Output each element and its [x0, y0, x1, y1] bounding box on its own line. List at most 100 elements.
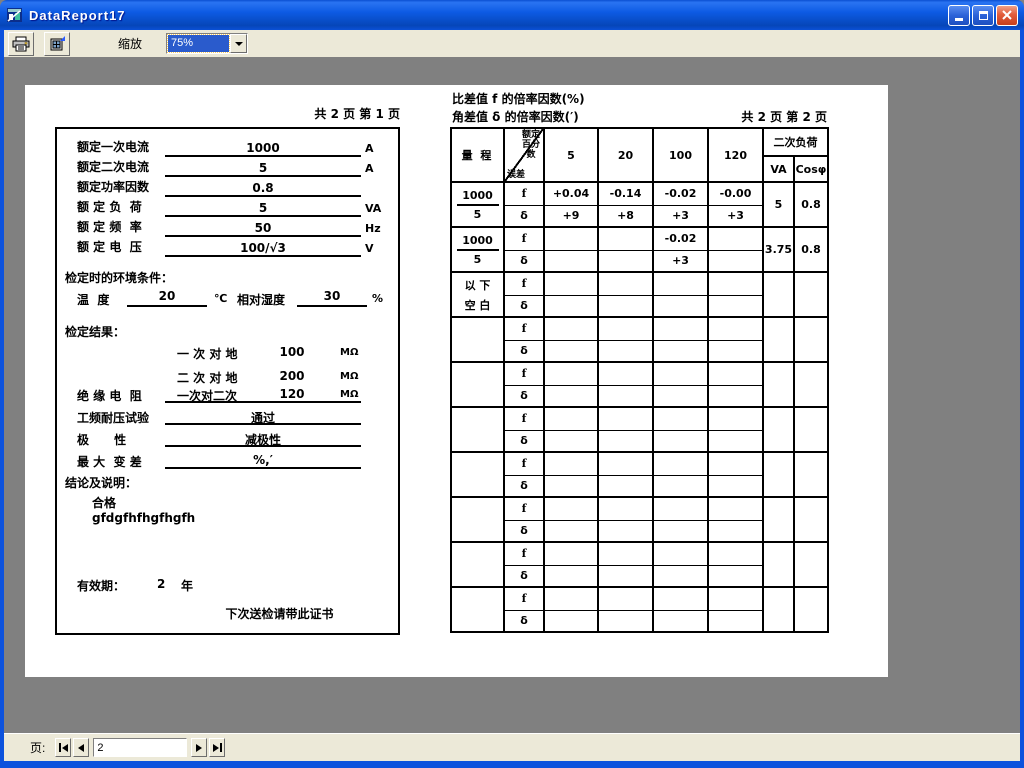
last-page-button[interactable]: [209, 738, 225, 757]
f-value-cell: [653, 542, 708, 565]
delta-value-cell: [598, 250, 653, 272]
temperature-underline: [127, 289, 207, 307]
f-value-cell: [653, 317, 708, 340]
range-cell: [451, 587, 504, 632]
footer-note: 下次送检请带此证书: [157, 605, 402, 622]
field-label: 额定功率因数: [77, 178, 149, 195]
field-value: 1000: [165, 141, 361, 155]
page-number-input[interactable]: [93, 738, 187, 757]
minimize-button[interactable]: [948, 5, 970, 26]
zoom-label: 缩放: [118, 35, 142, 52]
cos-cell: [794, 452, 828, 497]
humidity-underline: [297, 289, 367, 307]
f-value-cell: [544, 227, 598, 250]
delta-value-cell: [653, 295, 708, 317]
field-unit: Hz: [365, 222, 381, 235]
next-page-button[interactable]: [191, 738, 207, 757]
validity-value: 2: [157, 577, 165, 591]
field-unit: A: [365, 162, 374, 175]
field-label: 额定一次电流: [77, 138, 149, 155]
f-value-cell: [598, 407, 653, 430]
va-cell: [763, 272, 794, 317]
delta-value-cell: [653, 430, 708, 452]
app-icon: [6, 7, 23, 23]
validity-unit: 年: [181, 577, 193, 594]
window-title: DataReport17: [29, 8, 126, 23]
va-cell: [763, 542, 794, 587]
delta-value-cell: [598, 520, 653, 542]
f-value-cell: [544, 452, 598, 475]
range-cell: 以 下空 白: [451, 272, 504, 317]
zoom-combobox[interactable]: 75%: [166, 33, 248, 54]
f-value-cell: [598, 227, 653, 250]
f-row-label: f: [504, 587, 544, 610]
insulation-row-label: 二 次 对 地: [177, 369, 238, 386]
table-row: f: [451, 587, 828, 610]
error-table-body: 10005f+0.04-0.14-0.02-0.0050.8δ+9+8+3+31…: [451, 182, 828, 632]
triangle-left-icon: [62, 744, 68, 752]
delta-row-label: δ: [504, 610, 544, 632]
delta-value-cell: [653, 610, 708, 632]
delta-value-cell: [708, 385, 763, 407]
app-window: DataReport17: [0, 0, 1024, 768]
maximize-button[interactable]: [972, 5, 994, 26]
diag-bottom-label: 误差: [507, 167, 525, 180]
polarity-underline: [165, 431, 361, 447]
first-page-button[interactable]: [55, 738, 71, 757]
insulation-row-unit: MΩ: [340, 347, 358, 358]
temperature-unit: ℃: [214, 292, 227, 305]
page1-indicator: 共 2 页 第 1 页: [55, 105, 400, 122]
f-value-cell: [708, 587, 763, 610]
close-button[interactable]: [996, 5, 1018, 26]
zoom-dropdown-button[interactable]: [230, 34, 247, 53]
f-value-cell: [544, 272, 598, 295]
window-border-bottom: [0, 761, 1024, 768]
f-value-cell: -0.00: [708, 182, 763, 205]
export-icon: [49, 35, 66, 52]
field-row: 额 定 频 率 50 Hz: [57, 217, 398, 237]
triangle-right-icon: [213, 744, 219, 752]
last-page-icon: [220, 743, 222, 752]
f-value-cell: [598, 272, 653, 295]
conclusion-title: 结论及说明：: [65, 474, 137, 491]
delta-value-cell: [708, 610, 763, 632]
delta-row-label: δ: [504, 295, 544, 317]
f-value-cell: [544, 407, 598, 430]
delta-value-cell: [544, 475, 598, 497]
export-button[interactable]: [44, 32, 70, 56]
load-header-cell: 二次负荷: [763, 128, 828, 156]
field-value: 0.8: [165, 181, 361, 195]
f-value-cell: [653, 452, 708, 475]
f-value-cell: [544, 317, 598, 340]
load-sub-header-cell: Cosφ: [794, 156, 828, 182]
f-value-cell: [708, 452, 763, 475]
percent-header-cell: 20: [598, 128, 653, 182]
delta-row-label: δ: [504, 250, 544, 272]
f-value-cell: [708, 362, 763, 385]
delta-row-label: δ: [504, 565, 544, 587]
table-row: 10005f+0.04-0.14-0.02-0.0050.8: [451, 182, 828, 205]
f-value-cell: [598, 587, 653, 610]
delta-value-cell: [653, 565, 708, 587]
delta-value-cell: [544, 295, 598, 317]
field-label: 额 定 电 压: [77, 238, 142, 255]
field-unit: V: [365, 242, 374, 255]
table-row: 10005f-0.023.750.8: [451, 227, 828, 250]
va-cell: [763, 587, 794, 632]
f-value-cell: [544, 497, 598, 520]
delta-row-label: δ: [504, 430, 544, 452]
field-value: 50: [165, 221, 361, 235]
polarity-label: 极 性: [77, 431, 126, 448]
previous-page-button[interactable]: [73, 738, 89, 757]
table-row: f: [451, 407, 828, 430]
delta-value-cell: [544, 565, 598, 587]
cos-cell: [794, 272, 828, 317]
delta-row-label: δ: [504, 340, 544, 362]
temperature-label: 温 度: [77, 291, 109, 308]
delta-row-label: δ: [504, 205, 544, 227]
delta-row-label: δ: [504, 385, 544, 407]
va-cell: 3.75: [763, 227, 794, 272]
print-button[interactable]: [8, 32, 34, 56]
delta-value-cell: [544, 385, 598, 407]
delta-value-cell: +9: [544, 205, 598, 227]
